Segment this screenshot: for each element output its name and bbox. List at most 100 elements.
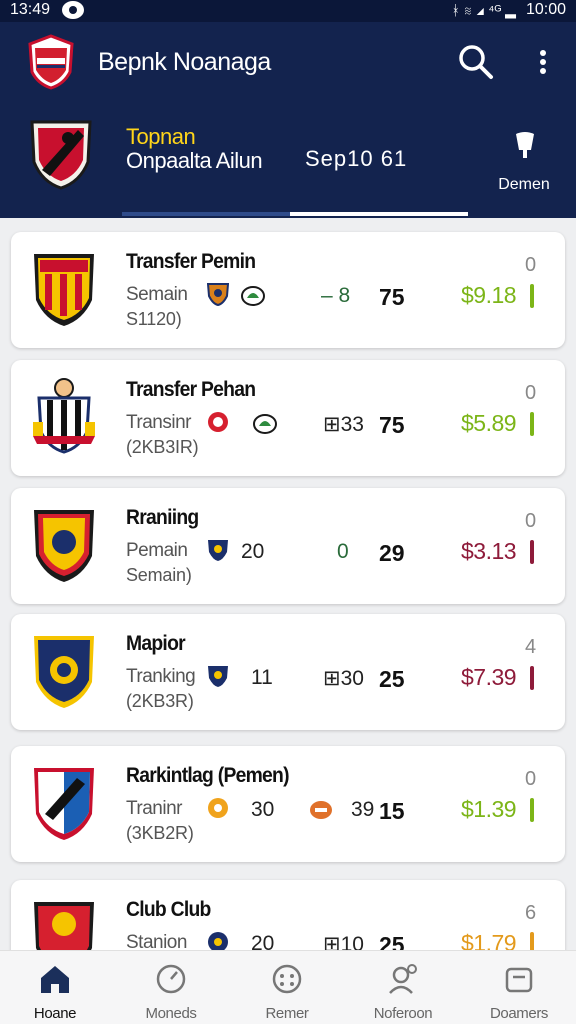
card-code: Semain)	[126, 565, 192, 585]
team-name: Topnan	[126, 124, 196, 149]
leaf-badge-icon	[253, 414, 277, 434]
nav-noferoon[interactable]: Noferoon	[348, 961, 458, 1022]
card-stat-c: 15	[379, 798, 405, 824]
club-crest-icon	[34, 902, 94, 950]
orange-badge-icon	[310, 801, 332, 819]
smiley-icon	[272, 964, 302, 994]
status-time: 13:49	[10, 1, 51, 18]
card-price: $9.18	[461, 282, 517, 308]
status-clock: 10:00	[525, 1, 566, 18]
team-subtitle: Onpaalta Ailun	[126, 148, 263, 173]
card-title: Mapior	[126, 632, 186, 655]
leaf-badge-icon	[241, 286, 265, 306]
nav-label: Hoane	[33, 1005, 77, 1022]
club-crest-icon	[34, 254, 94, 326]
season-label[interactable]: Sep10 61	[305, 146, 407, 172]
search-icon[interactable]	[456, 42, 496, 82]
card-stat-c: 25	[379, 932, 405, 950]
pin-icon	[516, 132, 534, 158]
nav-doamers[interactable]: Doamers	[464, 961, 574, 1022]
list-item[interactable]: Mapior Tranking (2KB3R) 11 ⊞30 25 $7.39 …	[11, 614, 565, 730]
price-trend-bar	[530, 412, 534, 436]
box-icon	[505, 967, 533, 993]
price-trend-bar	[530, 284, 534, 308]
app-logo-icon	[28, 34, 74, 90]
card-role: Traninr	[126, 798, 182, 819]
notification-icon	[62, 1, 84, 19]
nav-label: Noferoon	[373, 1005, 433, 1022]
card-price: $3.13	[461, 538, 517, 564]
card-stat-c: 25	[379, 666, 405, 692]
card-stat-a: 30	[251, 798, 275, 821]
card-role: Stanion	[126, 932, 187, 950]
card-count: 6	[525, 902, 537, 924]
price-trend-bar	[530, 540, 534, 564]
club-crest-icon	[34, 510, 94, 582]
status-icons: ᚼ ≋ ◢ ⁴ᴳ ▂	[451, 2, 516, 18]
list-item[interactable]: Transfer Pemin Semain S1120) – 8 75 $9.1…	[11, 232, 565, 348]
nav-label: Doamers	[489, 1005, 549, 1022]
card-code: (2KB3R)	[126, 691, 194, 711]
status-bar: 13:49 ᚼ ≋ ◢ ⁴ᴳ ▂ 10:00	[0, 0, 576, 22]
nav-label: Moneds	[145, 1005, 197, 1022]
card-title: Rarkintlag (Pemen)	[126, 764, 290, 787]
nav-home[interactable]: Hoane	[0, 961, 110, 1022]
card-role: Semain	[126, 284, 188, 305]
home-icon	[41, 966, 69, 993]
card-stat-b: – 8	[321, 284, 351, 307]
card-count: 4	[525, 636, 537, 658]
card-code: (3KB2R)	[126, 823, 194, 843]
list-item[interactable]: Rarkintlag (Pemen) Traninr (3KB2R) 30 39…	[11, 746, 565, 862]
list-item[interactable]: Transfer Pehan Transinr (2KB3IR) ⊞33 75 …	[11, 360, 565, 476]
transfer-list[interactable]: Transfer Pemin Semain S1120) – 8 75 $9.1…	[0, 218, 576, 950]
navy-badge-icon	[208, 666, 228, 687]
card-stat-b: 39	[351, 798, 375, 821]
card-code: (2KB3IR)	[126, 437, 199, 457]
card-title: Club Club	[126, 898, 211, 921]
card-stat-b: 0	[337, 540, 349, 563]
card-stat-c: 75	[379, 412, 405, 438]
app-header: Bepnk Noanaga Topnan Onpaalta Ailun Sep1…	[0, 22, 576, 218]
card-price: $1.39	[461, 796, 517, 822]
tab-indicator-active[interactable]	[290, 212, 468, 216]
nav-label: Remer	[265, 1005, 309, 1022]
card-stat-c: 29	[379, 540, 405, 566]
bottom-navigation: Hoane Moneds Remer Noferoon Doamers	[0, 950, 576, 1024]
card-price: $5.89	[461, 410, 517, 436]
nav-moneds[interactable]: Moneds	[116, 961, 226, 1022]
card-count: 0	[525, 510, 537, 532]
more-menu-icon[interactable]	[528, 42, 558, 82]
club-crest-icon	[34, 636, 94, 708]
navy-badge-icon	[208, 540, 228, 561]
card-stat-a: 20	[251, 932, 275, 950]
card-stat-b: ⊞33	[323, 413, 364, 436]
list-item[interactable]: Club Club Stanion 20 ⊞10 25 $1.79 6	[11, 880, 565, 950]
card-price: $1.79	[461, 930, 517, 950]
card-stat-a: 20	[241, 540, 265, 563]
pin-label: Demen	[498, 176, 550, 193]
club-crest-icon	[33, 378, 95, 454]
list-item[interactable]: Rraniing Pemain Semain) 20 0 29 $3.13 0	[11, 488, 565, 604]
card-count: 0	[525, 254, 537, 276]
shield-badge-icon	[207, 283, 229, 306]
card-role: Tranking	[126, 666, 196, 687]
card-title: Rraniing	[126, 506, 199, 529]
card-role: Transinr	[126, 412, 191, 433]
card-title: Transfer Pehan	[126, 378, 256, 401]
nav-remer[interactable]: Remer	[232, 961, 342, 1022]
pin-button[interactable]: Demen	[494, 130, 558, 200]
price-trend-bar	[530, 666, 534, 690]
card-count: 0	[525, 382, 537, 404]
card-stat-b: ⊞10	[323, 933, 364, 950]
profile-icon	[389, 964, 417, 994]
orange-badge-icon	[208, 798, 228, 818]
tab-indicator-inactive[interactable]	[122, 212, 290, 216]
navy-badge-icon	[208, 932, 228, 950]
card-role: Pemain	[126, 540, 188, 561]
club-crest-icon	[34, 768, 94, 840]
card-stat-a: 11	[251, 666, 273, 689]
card-count: 0	[525, 768, 537, 790]
card-title: Transfer Pemin	[126, 250, 256, 273]
card-stat-c: 75	[379, 284, 405, 310]
app-title: Bepnk Noanaga	[98, 48, 271, 76]
